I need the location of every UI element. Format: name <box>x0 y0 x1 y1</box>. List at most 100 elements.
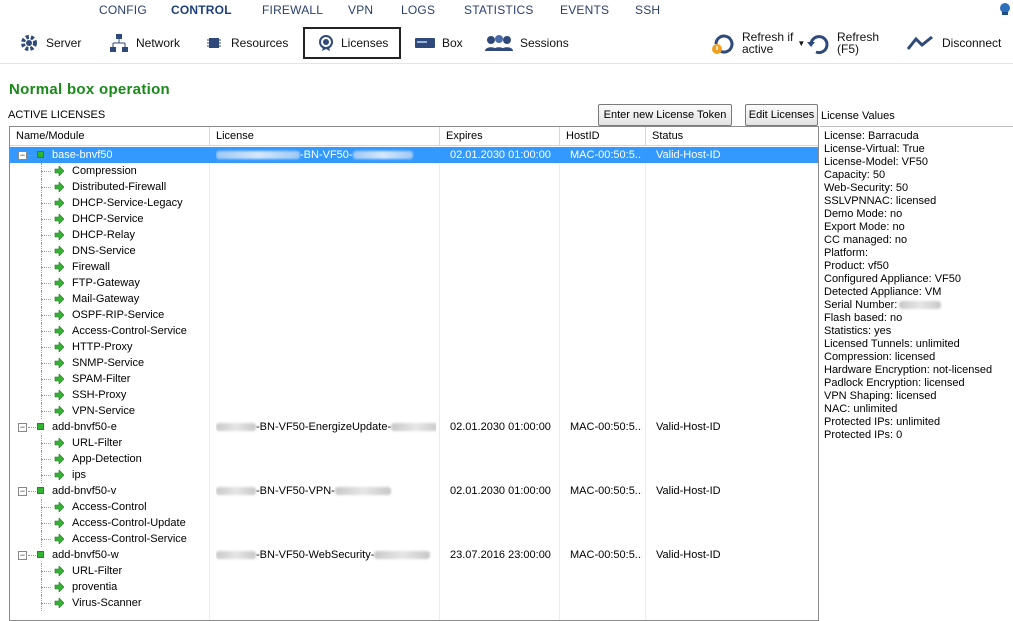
collapse-toggle-icon[interactable]: − <box>18 487 27 496</box>
enter-license-token-button[interactable]: Enter new License Token <box>598 104 732 126</box>
module-name: URL-Filter <box>72 437 123 449</box>
module-row[interactable]: Virus-Scanner <box>10 595 818 611</box>
tab-logs[interactable]: LOGS <box>401 3 435 17</box>
arrow-right-icon <box>54 390 64 400</box>
server-button[interactable]: Server <box>18 27 81 59</box>
refresh-icon <box>805 30 831 56</box>
tab-vpn[interactable]: VPN <box>348 3 373 17</box>
module-row[interactable]: SSH-Proxy <box>10 387 818 403</box>
network-label: Network <box>136 36 181 50</box>
refresh-if-active-button[interactable]: Refresh if active ▼ <box>710 27 805 59</box>
license-value-line: Web-Security: 50 <box>824 182 909 194</box>
col-hostid[interactable]: HostID <box>560 127 646 146</box>
col-expires[interactable]: Expires <box>440 127 560 146</box>
license-value-line: Protected IPs: unlimited <box>824 416 941 428</box>
module-row[interactable]: Firewall <box>10 259 818 275</box>
module-row[interactable]: DHCP-Relay <box>10 227 818 243</box>
edit-licenses-button[interactable]: Edit Licenses <box>745 104 818 126</box>
license-row[interactable]: − add-bnvf50-w -BN-VF50-WebSecurity- 23.07.… <box>10 547 818 563</box>
module-row[interactable]: SPAM-Filter <box>10 371 818 387</box>
tab-statistics[interactable]: STATISTICS <box>464 3 534 17</box>
module-row[interactable]: proventia <box>10 579 818 595</box>
sessions-button[interactable]: Sessions <box>484 27 569 59</box>
disconnect-button[interactable]: Disconnect <box>906 27 1001 59</box>
col-name-module[interactable]: Name/Module <box>10 127 210 146</box>
expires-value: 02.01.2030 01:00:00 <box>450 485 551 497</box>
network-button[interactable]: Network <box>108 27 180 59</box>
module-row[interactable]: HTTP-Proxy <box>10 339 818 355</box>
arrow-right-icon <box>54 278 64 288</box>
license-value-line: Padlock Encryption: licensed <box>824 377 965 389</box>
arrow-right-icon <box>54 214 64 224</box>
module-row[interactable]: Distributed-Firewall <box>10 179 818 195</box>
box-button[interactable]: Box <box>414 27 463 59</box>
collapse-toggle-icon[interactable]: − <box>18 551 27 560</box>
module-row[interactable]: App-Detection <box>10 451 818 467</box>
arrow-right-icon <box>54 582 64 592</box>
module-row[interactable]: SNMP-Service <box>10 355 818 371</box>
module-row[interactable]: DHCP-Service-Legacy <box>10 195 818 211</box>
expires-value: 02.01.2030 01:00:00 <box>450 421 551 433</box>
tab-control[interactable]: CONTROL <box>171 3 232 17</box>
module-name: HTTP-Proxy <box>72 341 133 353</box>
tab-firewall[interactable]: FIREWALL <box>262 3 323 17</box>
module-name: Distributed-Firewall <box>72 181 167 193</box>
arrow-right-icon <box>54 374 64 384</box>
module-row[interactable]: Access-Control-Service <box>10 531 818 547</box>
module-name: Mail-Gateway <box>72 293 140 305</box>
license-key: -BN-VF50-VPN- <box>216 483 436 499</box>
license-row[interactable]: − add-bnvf50-v -BN-VF50-VPN- 02.01.2030 01:… <box>10 483 818 499</box>
status-value: Valid-Host-ID <box>656 549 721 561</box>
license-value-line: Demo Mode: no <box>824 208 903 220</box>
tab-ssh[interactable]: SSH <box>635 3 660 17</box>
module-row[interactable]: URL-Filter <box>10 435 818 451</box>
licenses-button[interactable]: Licenses <box>303 27 401 59</box>
collapse-toggle-icon[interactable]: − <box>18 151 27 160</box>
collapse-toggle-icon[interactable]: − <box>18 423 27 432</box>
tab-events[interactable]: EVENTS <box>560 3 609 17</box>
arrow-right-icon <box>54 454 64 464</box>
arrow-right-icon <box>54 230 64 240</box>
refresh-warning-icon <box>710 30 736 56</box>
help-icon[interactable] <box>999 2 1011 16</box>
arrow-right-icon <box>54 566 64 576</box>
module-name: Access-Control <box>72 501 147 513</box>
arrow-right-icon <box>54 358 64 368</box>
module-row[interactable]: DHCP-Service <box>10 211 818 227</box>
module-row[interactable]: Access-Control <box>10 499 818 515</box>
expires-value: 23.07.2016 23:00:00 <box>450 549 551 561</box>
module-name: SSH-Proxy <box>72 389 127 401</box>
arrow-right-icon <box>54 182 64 192</box>
module-row[interactable]: Compression <box>10 163 818 179</box>
module-name: FTP-Gateway <box>72 277 140 289</box>
license-value-line: Capacity: 50 <box>824 169 886 181</box>
active-licenses-label: ACTIVE LICENSES <box>8 109 106 121</box>
tab-config[interactable]: CONFIG <box>99 3 147 17</box>
license-value-line: Flash based: no <box>824 312 903 324</box>
license-row[interactable]: − add-bnvf50-e -BN-VF50-EnergizeUpdate- 02.… <box>10 419 818 435</box>
license-status-icon <box>37 151 44 158</box>
module-row[interactable]: FTP-Gateway <box>10 275 818 291</box>
module-name: Access-Control-Service <box>72 325 187 337</box>
licenses-grid[interactable]: Name/Module License Expires HostID Statu… <box>9 126 819 621</box>
license-value-line: Serial Number: <box>824 299 1013 312</box>
module-row[interactable]: DNS-Service <box>10 243 818 259</box>
box-icon <box>414 33 436 53</box>
license-row[interactable]: − base-bnvf50 -BN-VF50- 02.01.2030 01:00:00… <box>10 147 818 163</box>
arrow-right-icon <box>54 502 64 512</box>
resources-label: Resources <box>231 36 289 50</box>
module-row[interactable]: Mail-Gateway <box>10 291 818 307</box>
grid-header: Name/Module License Expires HostID Statu… <box>10 127 818 146</box>
module-row[interactable]: ips <box>10 467 818 483</box>
network-icon <box>108 33 130 53</box>
module-row[interactable]: VPN-Service <box>10 403 818 419</box>
refresh-button[interactable]: Refresh (F5) <box>805 27 879 59</box>
module-row[interactable]: OSPF-RIP-Service <box>10 307 818 323</box>
module-name: Virus-Scanner <box>72 597 142 609</box>
module-row[interactable]: Access-Control-Service <box>10 323 818 339</box>
resources-button[interactable]: Resources <box>203 27 288 59</box>
col-license[interactable]: License <box>210 127 440 146</box>
module-row[interactable]: URL-Filter <box>10 563 818 579</box>
col-status[interactable]: Status <box>646 127 818 146</box>
module-row[interactable]: Access-Control-Update <box>10 515 818 531</box>
